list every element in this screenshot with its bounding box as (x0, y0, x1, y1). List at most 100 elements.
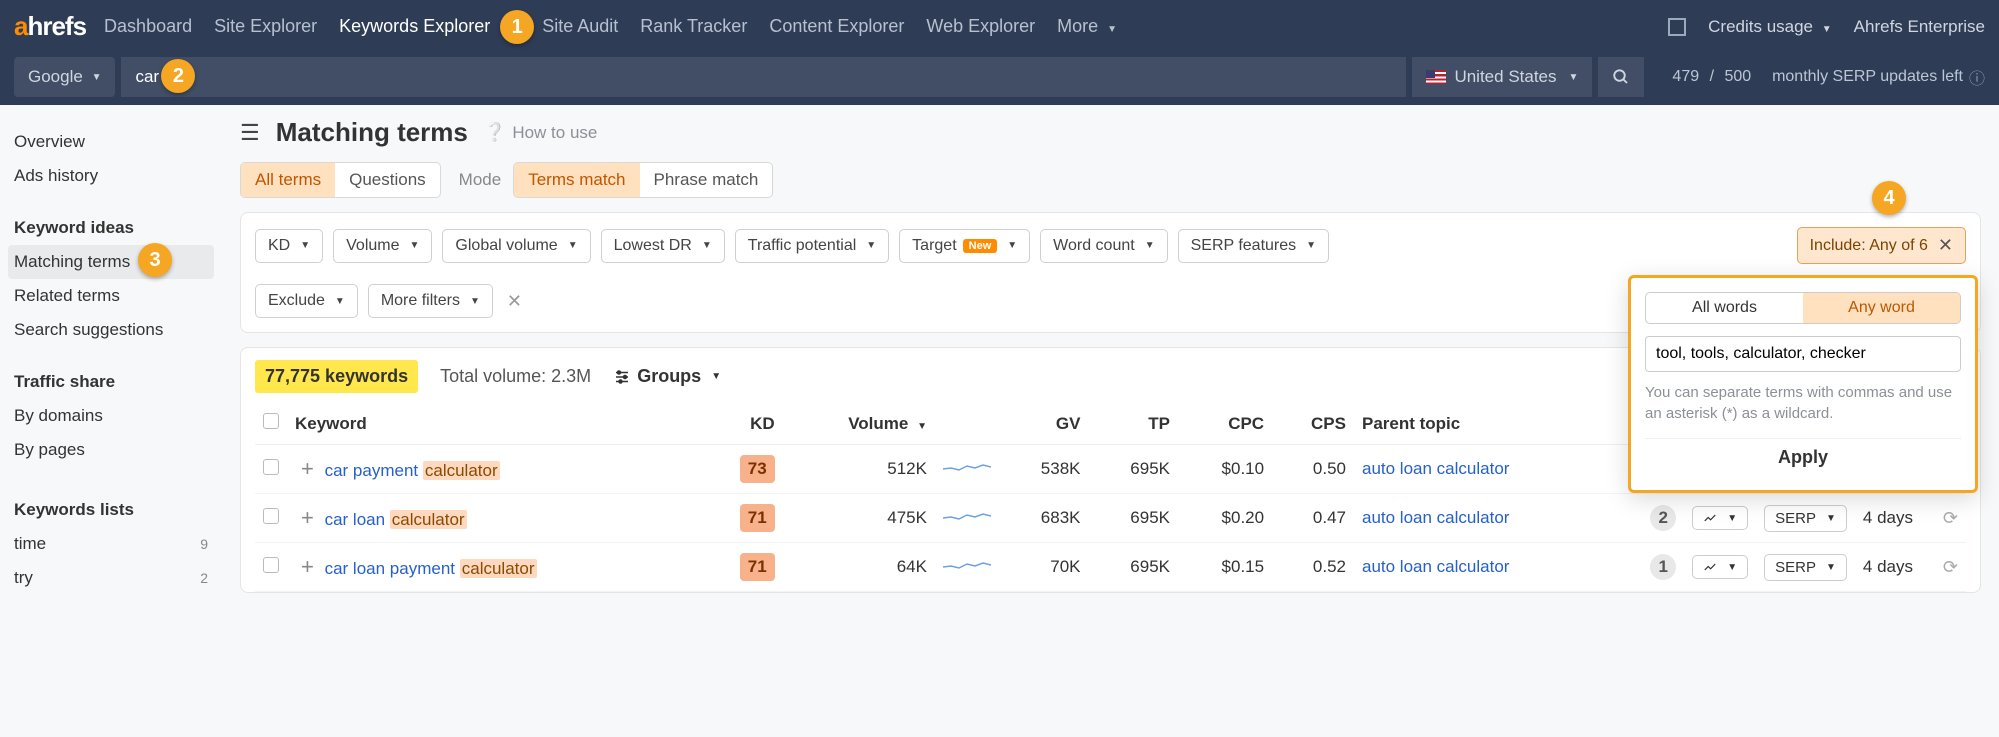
col-cps[interactable]: CPS (1272, 403, 1354, 445)
parent-topic-link[interactable]: auto loan calculator (1362, 557, 1509, 576)
include-input[interactable] (1645, 336, 1961, 372)
filter-lowest-dr[interactable]: Lowest DR▼ (601, 229, 725, 263)
sliders-icon (613, 368, 631, 386)
device-icon[interactable] (1668, 18, 1686, 36)
select-all-checkbox[interactable] (263, 413, 279, 429)
cell-volume: 64K (783, 543, 935, 592)
cell-gv: 538K (999, 445, 1089, 494)
keyword-input[interactable]: car 2 (121, 57, 1406, 97)
side-overview[interactable]: Overview (8, 125, 214, 159)
parent-topic-link[interactable]: auto loan calculator (1362, 459, 1509, 478)
annotation-3: 3 (138, 243, 172, 277)
keyword-link[interactable]: car loan calculator (325, 510, 467, 529)
keyword-link[interactable]: car payment calculator (325, 461, 500, 480)
keyword-input-value: car (135, 67, 159, 87)
col-parent[interactable]: Parent topic (1354, 403, 1617, 445)
annotation-2: 2 (161, 59, 195, 93)
col-gv[interactable]: GV (999, 403, 1089, 445)
filters-bar: KD▼ Volume▼ Global volume▼ Lowest DR▼ Tr… (240, 212, 1981, 333)
col-keyword[interactable]: Keyword (287, 403, 701, 445)
side-list-try[interactable]: try2 (8, 561, 214, 595)
total-volume: Total volume: 2.3M (440, 366, 591, 387)
nav-site-explorer[interactable]: Site Explorer (214, 16, 317, 37)
close-icon[interactable]: ✕ (1938, 235, 1953, 256)
sf-count[interactable]: 2 (1650, 505, 1676, 531)
trend-icon (1703, 511, 1717, 525)
cell-cps: 0.52 (1272, 543, 1354, 592)
cell-tp: 695K (1088, 445, 1178, 494)
sf-count[interactable]: 1 (1650, 554, 1676, 580)
filter-more[interactable]: More filters▼ (368, 284, 493, 318)
sidebar: Overview Ads history Keyword ideas Match… (0, 105, 222, 615)
sparkline-icon (943, 557, 991, 573)
side-matching-terms[interactable]: Matching terms 3 (8, 245, 214, 279)
trend-button[interactable]: ▼ (1692, 555, 1748, 579)
include-tab-any-word[interactable]: Any word (1803, 293, 1960, 323)
refresh-icon[interactable]: ⟳ (1943, 557, 1958, 577)
cell-cps: 0.47 (1272, 494, 1354, 543)
filter-include[interactable]: Include: Any of 6✕ (1797, 227, 1966, 264)
filter-target[interactable]: TargetNew▼ (899, 229, 1030, 263)
parent-topic-link[interactable]: auto loan calculator (1362, 508, 1509, 527)
clear-filters[interactable]: ✕ (507, 291, 522, 312)
trend-button[interactable]: ▼ (1692, 506, 1748, 530)
nav-site-audit[interactable]: Site Audit (542, 16, 618, 37)
col-volume[interactable]: Volume ▼ (783, 403, 935, 445)
row-checkbox[interactable] (263, 508, 279, 524)
side-related-terms[interactable]: Related terms (8, 279, 214, 313)
sidebar-toggle-icon[interactable]: ☰ (240, 120, 260, 146)
side-ads-history[interactable]: Ads history (8, 159, 214, 193)
tab-phrase-match[interactable]: Phrase match (640, 163, 773, 197)
nav-web-explorer[interactable]: Web Explorer (926, 16, 1035, 37)
credits-usage[interactable]: Credits usage ▼ (1708, 17, 1832, 37)
nav-more[interactable]: More ▼ (1057, 16, 1117, 37)
include-help-text: You can separate terms with commas and u… (1645, 382, 1961, 424)
nav-rank-tracker[interactable]: Rank Tracker (640, 16, 747, 37)
side-by-domains[interactable]: By domains (8, 399, 214, 433)
row-checkbox[interactable] (263, 459, 279, 475)
side-list-time[interactable]: time9 (8, 527, 214, 561)
nav-keywords-explorer-label: Keywords Explorer (339, 16, 490, 36)
annotation-1: 1 (500, 10, 534, 44)
filter-global-volume[interactable]: Global volume▼ (442, 229, 590, 263)
expand-icon[interactable]: + (301, 505, 314, 530)
top-nav: ahrefs Dashboard Site Explorer Keywords … (0, 0, 1999, 53)
refresh-icon[interactable]: ⟳ (1943, 508, 1958, 528)
col-cpc[interactable]: CPC (1178, 403, 1272, 445)
tab-terms-match[interactable]: Terms match (514, 163, 639, 197)
filter-traffic-potential[interactable]: Traffic potential▼ (735, 229, 889, 263)
nav-keywords-explorer[interactable]: Keywords Explorer 1 (339, 16, 490, 37)
tab-all-terms[interactable]: All terms (241, 163, 335, 197)
serp-button[interactable]: SERP ▼ (1764, 505, 1847, 532)
row-checkbox[interactable] (263, 557, 279, 573)
table-row: + car loan payment calculator 71 64K 70K… (255, 543, 1966, 592)
col-kd[interactable]: KD (701, 403, 783, 445)
groups-toggle[interactable]: Groups▼ (613, 366, 721, 387)
cell-tp: 695K (1088, 494, 1178, 543)
expand-icon[interactable]: + (301, 554, 314, 579)
filter-kd[interactable]: KD▼ (255, 229, 323, 263)
expand-icon[interactable]: + (301, 456, 314, 481)
kd-badge: 73 (740, 455, 775, 483)
nav-content-explorer[interactable]: Content Explorer (769, 16, 904, 37)
cell-tp: 695K (1088, 543, 1178, 592)
side-by-pages[interactable]: By pages (8, 433, 214, 467)
serp-button[interactable]: SERP ▼ (1764, 554, 1847, 581)
nav-dashboard[interactable]: Dashboard (104, 16, 192, 37)
side-search-suggestions[interactable]: Search suggestions (8, 313, 214, 347)
keyword-link[interactable]: car loan payment calculator (325, 559, 537, 578)
how-to-use[interactable]: ❔How to use (484, 122, 597, 143)
country-select[interactable]: United States ▼ (1412, 57, 1592, 97)
filter-exclude[interactable]: Exclude▼ (255, 284, 358, 318)
include-apply-button[interactable]: Apply (1645, 438, 1961, 476)
filter-word-count[interactable]: Word count▼ (1040, 229, 1167, 263)
help-icon[interactable]: ⓘ (1969, 65, 1985, 89)
search-button[interactable] (1598, 57, 1644, 97)
tab-questions[interactable]: Questions (335, 163, 440, 197)
col-tp[interactable]: TP (1088, 403, 1178, 445)
filter-serp-features[interactable]: SERP features▼ (1178, 229, 1329, 263)
search-engine-select[interactable]: Google ▼ (14, 57, 115, 97)
filter-volume[interactable]: Volume▼ (333, 229, 432, 263)
plan-label[interactable]: Ahrefs Enterprise (1854, 17, 1985, 37)
include-tab-all-words[interactable]: All words (1646, 293, 1803, 323)
